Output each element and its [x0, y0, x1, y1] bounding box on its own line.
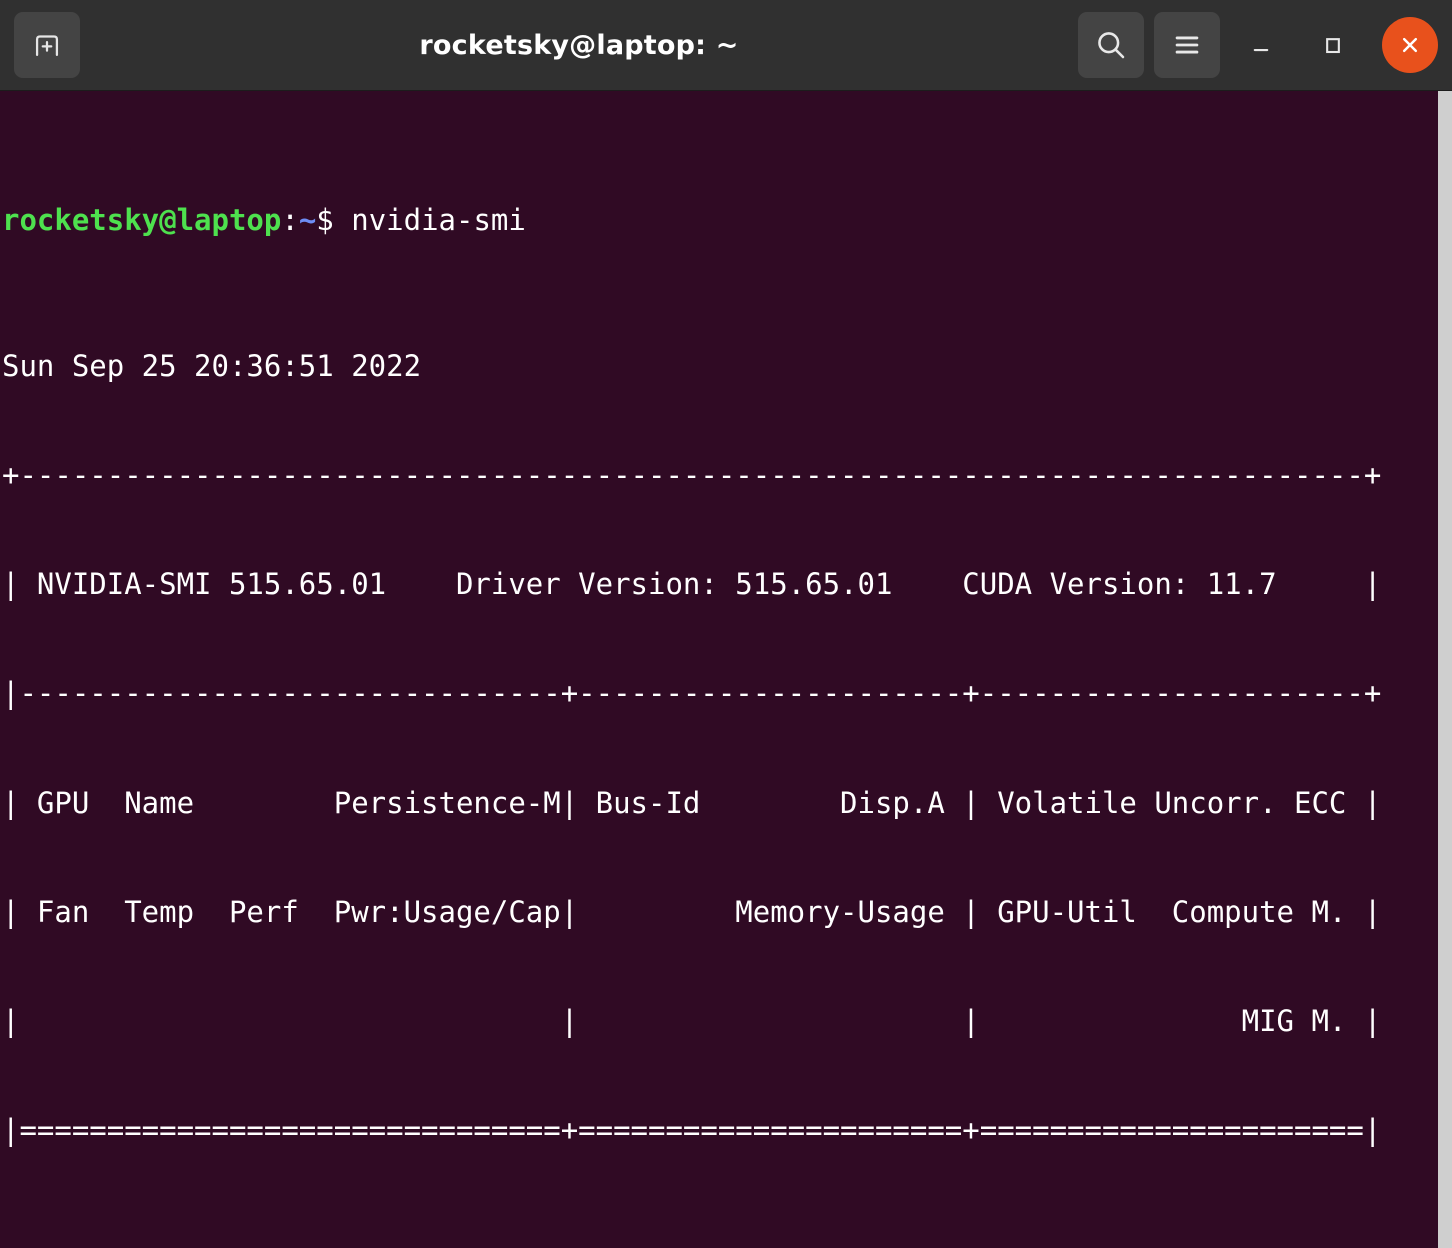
terminal-scrollbar[interactable]: [1438, 91, 1452, 1248]
maximize-button[interactable]: [1302, 12, 1364, 78]
new-tab-button[interactable]: [14, 12, 80, 78]
minimize-icon: [1253, 48, 1269, 52]
maximize-icon: [1326, 38, 1340, 54]
hamburger-menu-icon: [1175, 36, 1199, 54]
smi-version-header: | NVIDIA-SMI 515.65.01 Driver Version: 5…: [2, 567, 1382, 602]
close-button[interactable]: [1382, 17, 1438, 73]
command-nvidia-smi: nvidia-smi: [351, 203, 526, 238]
new-tab-icon: [35, 35, 59, 57]
search-icon: [1098, 32, 1125, 59]
terminal-window[interactable]: rocketsky@laptop:~$ nvidia-smi Sun Sep 2…: [0, 91, 1452, 1248]
prompt-user: rocketsky@laptop: [2, 203, 282, 238]
smi-column-header-1: | GPU Name Persistence-M| Bus-Id Disp.A …: [2, 785, 1382, 820]
command-text: [334, 203, 351, 237]
smi-separator-top: +---------------------------------------…: [2, 458, 1382, 493]
prompt-colon: :: [281, 203, 299, 238]
minimize-button[interactable]: [1230, 12, 1292, 78]
close-icon: [1402, 37, 1418, 53]
smi-separator-double: |===============================+=======…: [2, 1113, 1382, 1148]
smi-timestamp: Sun Sep 25 20:36:51 2022: [2, 348, 422, 383]
smi-column-header-2: | Fan Temp Perf Pwr:Usage/Cap| Memory-Us…: [2, 894, 1382, 929]
titlebar-controls: [1078, 12, 1438, 78]
window-title: rocketsky@laptop: ~: [419, 29, 739, 61]
terminal-screen[interactable]: rocketsky@laptop:~$ nvidia-smi Sun Sep 2…: [0, 91, 1381, 1248]
prompt-path: ~: [298, 203, 317, 238]
prompt-line-command: rocketsky@laptop:~$ nvidia-smi: [2, 202, 1381, 238]
smi-separator-header: |-------------------------------+-------…: [2, 676, 1382, 711]
prompt-dollar: $: [316, 203, 334, 238]
smi-column-header-3: | | | MIG M. |: [2, 1004, 1382, 1039]
search-button[interactable]: [1078, 12, 1144, 78]
menu-button[interactable]: [1154, 12, 1220, 78]
window-titlebar: rocketsky@laptop: ~: [0, 0, 1452, 91]
